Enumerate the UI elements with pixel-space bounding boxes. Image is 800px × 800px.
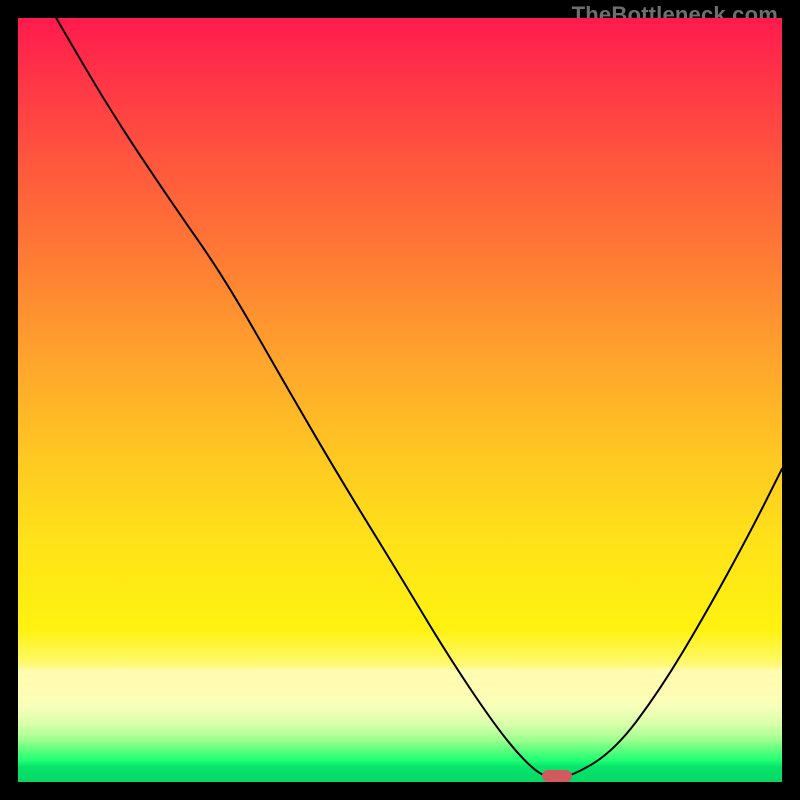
- optimal-point-marker: [542, 770, 572, 782]
- bottleneck-curve-path: [56, 18, 782, 778]
- curve-svg: [18, 18, 782, 782]
- plot-area: [18, 18, 782, 782]
- chart-frame: TheBottleneck.com: [0, 0, 800, 800]
